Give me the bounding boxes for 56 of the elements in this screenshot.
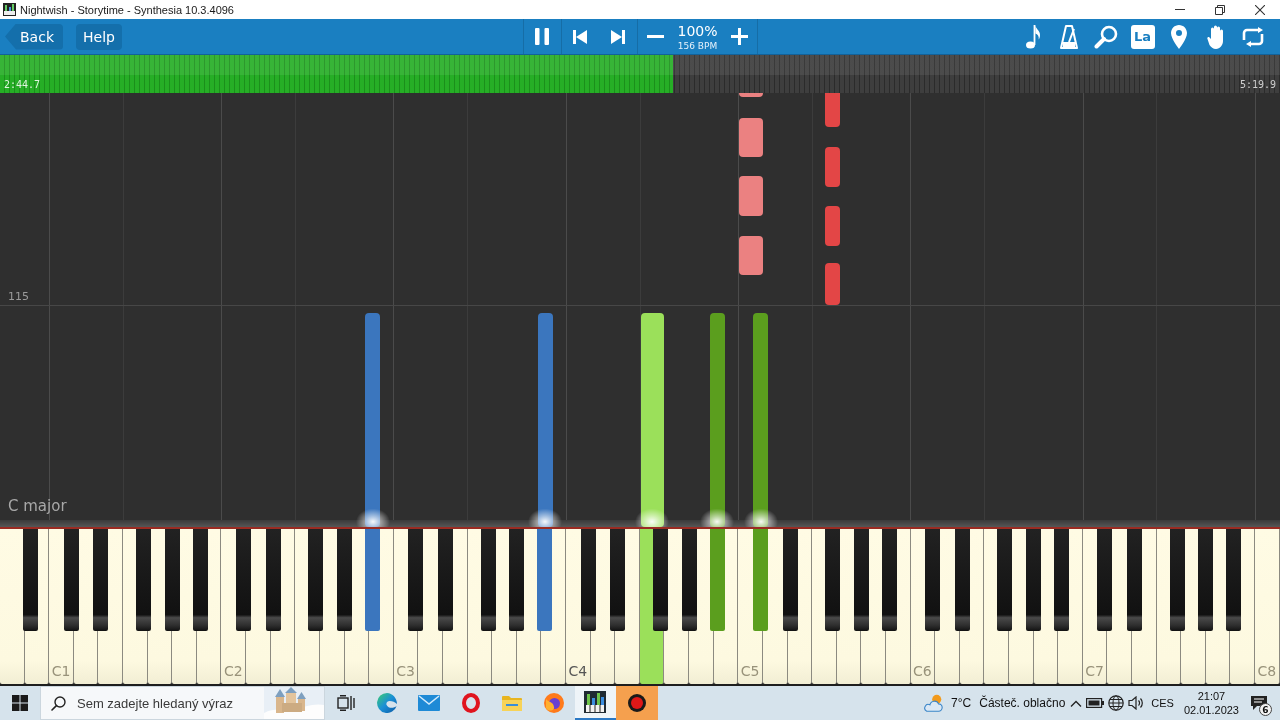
hand-icon: [1206, 24, 1225, 49]
plus-icon: [730, 28, 748, 45]
volume-icon: [1128, 696, 1145, 710]
speed-value: 100%: [677, 22, 718, 39]
envelope-icon: [418, 695, 440, 711]
notification-button[interactable]: 6: [1244, 686, 1274, 720]
total-time: 5:19.9: [1239, 79, 1276, 90]
folder-icon: [502, 695, 523, 711]
taskbar-button[interactable]: [616, 686, 658, 720]
key-signature: C major: [8, 497, 67, 515]
music-note-icon: [1025, 24, 1040, 49]
taskbar-button[interactable]: [574, 686, 617, 720]
octave-label: C1: [51, 663, 71, 679]
record-icon: [626, 693, 647, 713]
map-pin-icon: [1171, 24, 1188, 49]
ring-icon: [461, 693, 480, 713]
octave-label: C7: [1085, 663, 1104, 679]
progress-track[interactable]: 2:44.7 5:19.9: [0, 55, 1280, 93]
window-title: Nightwish - Storytime - Synthesia 10.3.4096: [20, 3, 234, 16]
octave-label: C8: [1257, 663, 1277, 679]
app-icon: [3, 3, 16, 16]
start-icon: [12, 695, 28, 711]
orb-icon: [543, 693, 564, 713]
restore-icon: [1215, 4, 1225, 15]
elapsed-time: 2:44.7: [4, 79, 41, 90]
skip-forward-icon: [610, 29, 625, 44]
pause-icon: [535, 28, 549, 45]
search-icon: [51, 696, 66, 711]
clock-button[interactable]: 21:07 02.01.2023: [1178, 686, 1244, 720]
note-label-button[interactable]: La: [1130, 24, 1155, 49]
skip-back-icon: [573, 29, 587, 44]
octave-label: C3: [396, 663, 415, 679]
minus-icon: [647, 35, 664, 38]
weather-button[interactable]: 7°C Částeč. oblačno: [920, 686, 1069, 720]
search-icon: [1093, 24, 1118, 49]
battery-icon: [1086, 698, 1105, 708]
octave-label: C4: [568, 663, 588, 679]
close-icon: [1255, 4, 1265, 15]
task-view-icon: [336, 695, 355, 711]
back-button[interactable]: Back: [5, 23, 63, 50]
octave-label: C5: [740, 663, 760, 679]
cloud-sun-icon: [923, 693, 946, 713]
notification-count: 6: [1259, 703, 1272, 716]
tempo-value: 156 BPM: [677, 40, 718, 51]
swirl-icon: [377, 693, 398, 713]
octave-label: C2: [223, 663, 243, 679]
help-button[interactable]: Help: [76, 23, 122, 50]
chevron-up-icon: [1070, 699, 1083, 707]
minimize-icon: [1175, 9, 1185, 10]
octave-label: C6: [913, 663, 932, 679]
castle-illustration: [264, 687, 324, 719]
globe-icon: [1108, 695, 1125, 711]
piano-app-icon: [584, 691, 607, 713]
metronome-icon: [1060, 24, 1079, 49]
input-language-button[interactable]: CES: [1146, 686, 1179, 720]
measure-number: 115: [8, 290, 29, 303]
